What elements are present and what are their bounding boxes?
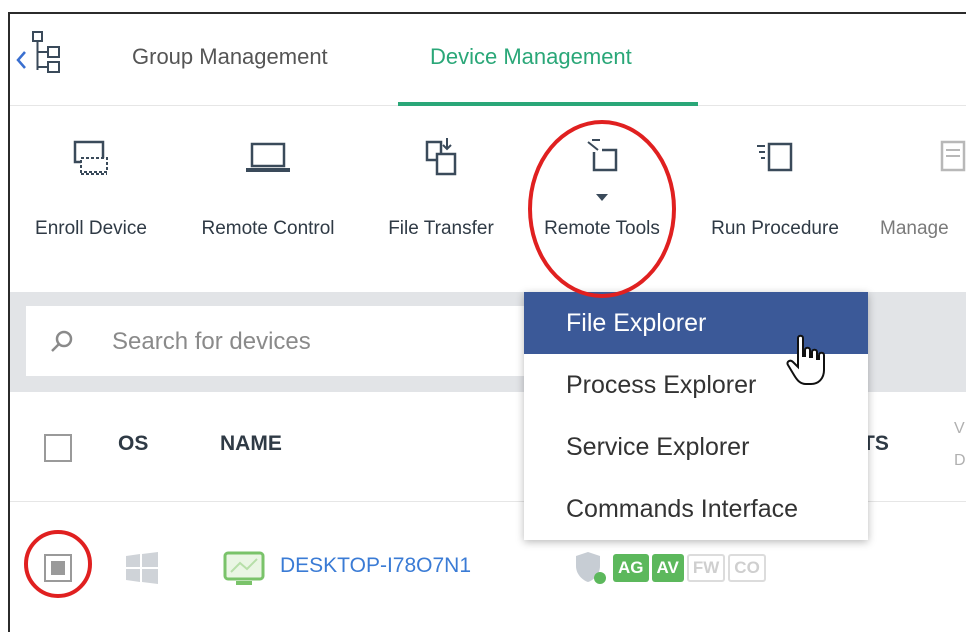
shield-icon xyxy=(576,552,606,584)
enroll-device-icon xyxy=(73,140,108,175)
row-checkbox[interactable] xyxy=(44,554,72,582)
search-input[interactable]: Search for devices xyxy=(26,306,586,376)
device-name-link[interactable]: DESKTOP-I78O7N1 xyxy=(280,554,471,578)
search-icon xyxy=(51,330,73,352)
status-badge-ag: AG xyxy=(613,554,649,582)
menu-item-commands-interface[interactable]: Commands Interface xyxy=(524,478,868,540)
windows-icon xyxy=(126,552,158,584)
manage-icon xyxy=(940,140,966,172)
status-badges: AG AV FW CO xyxy=(570,550,766,586)
group-tree-toggle[interactable] xyxy=(14,30,70,78)
status-badge-co: CO xyxy=(728,554,766,582)
column-os[interactable]: OS xyxy=(118,432,148,456)
remote-tools-button[interactable]: Remote Tools xyxy=(532,136,672,240)
tab-bar: Group Management Device Management xyxy=(10,14,966,106)
chevron-down-icon xyxy=(596,194,608,201)
menu-item-service-explorer[interactable]: Service Explorer xyxy=(524,416,868,478)
file-transfer-icon xyxy=(425,138,457,176)
toolbar: Enroll Device Remote Control File Transf… xyxy=(10,114,966,292)
column-faint-v: V xyxy=(954,420,965,437)
remote-tools-label: Remote Tools xyxy=(544,218,660,239)
remote-control-button[interactable]: Remote Control xyxy=(188,136,348,240)
remote-control-label: Remote Control xyxy=(201,218,335,239)
hand-cursor-icon xyxy=(786,334,825,385)
file-transfer-label: File Transfer xyxy=(388,218,494,239)
remote-tools-icon xyxy=(587,139,618,172)
remote-tools-dropdown: File Explorer Process Explorer Service E… xyxy=(524,292,868,540)
run-procedure-icon xyxy=(757,142,793,172)
tab-device-management[interactable]: Device Management xyxy=(430,44,632,70)
column-faint-d: D xyxy=(954,452,966,469)
manage-label: Manage xyxy=(880,218,949,239)
status-badge-av: AV xyxy=(651,554,684,582)
status-badge-fw: FW xyxy=(686,554,726,582)
laptop-icon xyxy=(246,142,290,172)
active-tab-underline xyxy=(398,102,698,106)
run-procedure-button[interactable]: Run Procedure xyxy=(700,136,850,240)
select-all-checkbox[interactable] xyxy=(44,434,72,462)
column-name[interactable]: NAME xyxy=(220,432,282,456)
enroll-device-button[interactable]: Enroll Device xyxy=(26,136,156,240)
enroll-device-label: Enroll Device xyxy=(35,218,147,239)
tab-group-management[interactable]: Group Management xyxy=(132,44,328,70)
tree-icon xyxy=(32,31,60,73)
run-procedure-label: Run Procedure xyxy=(711,218,839,239)
manage-button[interactable]: Manage xyxy=(880,136,966,240)
search-placeholder: Search for devices xyxy=(112,328,311,355)
file-transfer-button[interactable]: File Transfer xyxy=(376,136,506,240)
back-chevron-icon xyxy=(16,51,26,69)
app-frame: Group Management Device Management Enrol… xyxy=(8,12,966,632)
monitor-icon xyxy=(223,551,265,585)
